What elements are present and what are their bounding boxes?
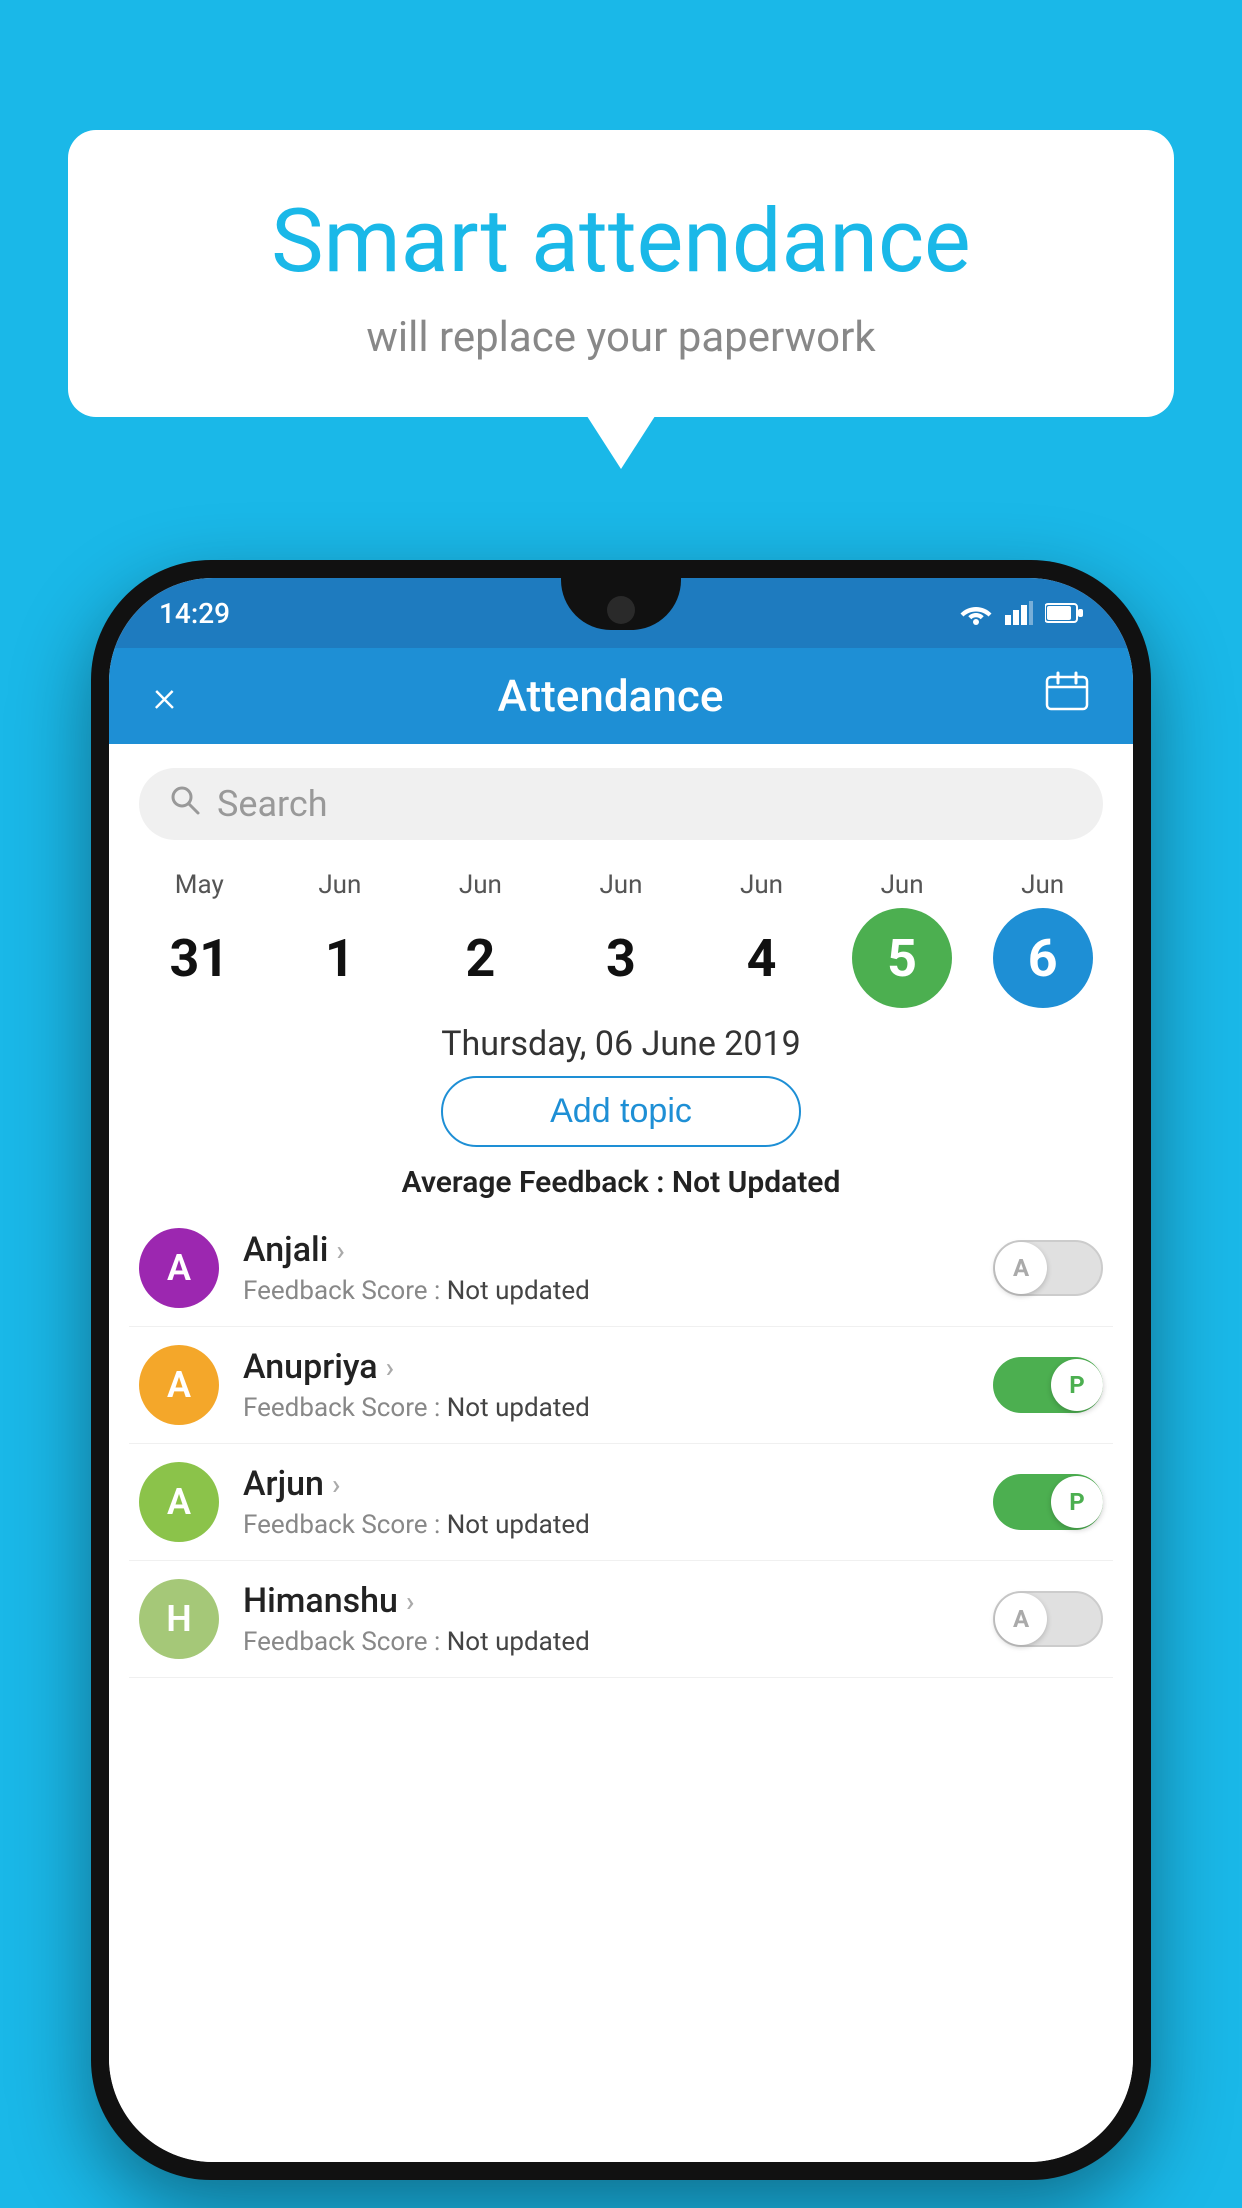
cal-month-label: Jun xyxy=(881,870,924,900)
attendance-toggle[interactable]: P xyxy=(993,1357,1103,1413)
calendar-day-0[interactable]: May 31 xyxy=(139,870,259,1008)
cal-month-label: May xyxy=(175,870,224,900)
feedback-value: Not updated xyxy=(447,1510,590,1540)
cal-day-number: 4 xyxy=(712,908,812,1008)
attendance-toggle[interactable]: P xyxy=(993,1474,1103,1530)
cal-month-label: Jun xyxy=(599,870,642,900)
calendar-day-5[interactable]: Jun 5 xyxy=(842,870,962,1008)
signal-icon xyxy=(1005,601,1033,625)
calendar-day-4[interactable]: Jun 4 xyxy=(702,870,822,1008)
cal-month-label: Jun xyxy=(1021,870,1064,900)
bubble-subtitle: will replace your paperwork xyxy=(128,313,1114,362)
phone-screen: 14:29 xyxy=(109,578,1133,2162)
student-list: AAnjali ›Feedback Score : Not updatedAAA… xyxy=(109,1210,1133,1678)
cal-day-number: 2 xyxy=(430,908,530,1008)
feedback-value: Not updated xyxy=(447,1276,590,1306)
cal-day-number: 31 xyxy=(149,908,249,1008)
battery-icon xyxy=(1045,602,1083,624)
status-time: 14:29 xyxy=(159,597,230,630)
toggle-knob: A xyxy=(995,1593,1047,1645)
student-avatar: A xyxy=(139,1345,219,1425)
cal-day-number: 1 xyxy=(290,908,390,1008)
attendance-toggle[interactable]: A xyxy=(993,1240,1103,1296)
phone-frame: 14:29 xyxy=(91,560,1151,2180)
feedback-value: Not updated xyxy=(447,1393,590,1423)
student-avatar: A xyxy=(139,1462,219,1542)
student-info: Arjun › Feedback Score : Not updated xyxy=(243,1464,969,1540)
student-name: Anjali › xyxy=(243,1230,969,1270)
student-avatar: A xyxy=(139,1228,219,1308)
avg-feedback-label: Average Feedback : xyxy=(402,1165,665,1200)
search-icon xyxy=(169,784,201,824)
student-feedback: Feedback Score : Not updated xyxy=(243,1393,969,1423)
chevron-icon: › xyxy=(332,1468,340,1501)
header-title: Attendance xyxy=(498,670,724,722)
search-bar[interactable]: Search xyxy=(139,768,1103,840)
student-item-0[interactable]: A Anjali › Feedback Score : Not updated A xyxy=(129,1210,1113,1327)
student-feedback: Feedback Score : Not updated xyxy=(243,1276,969,1306)
close-button[interactable]: × xyxy=(153,670,176,722)
calendar-day-1[interactable]: Jun 1 xyxy=(280,870,400,1008)
selected-date-label: Thursday, 06 June 2019 xyxy=(109,1024,1133,1064)
bubble-title: Smart attendance xyxy=(128,190,1114,293)
student-feedback: Feedback Score : Not updated xyxy=(243,1510,969,1540)
add-topic-button[interactable]: Add topic xyxy=(441,1076,801,1147)
student-info: Himanshu › Feedback Score : Not updated xyxy=(243,1581,969,1657)
phone-mockup: 14:29 xyxy=(91,560,1151,2180)
student-info: Anupriya › Feedback Score : Not updated xyxy=(243,1347,969,1423)
calendar-day-6[interactable]: Jun 6 xyxy=(983,870,1103,1008)
attendance-toggle[interactable]: A xyxy=(993,1591,1103,1647)
content-area: Search May 31 Jun 1 Jun 2 Jun 3 Jun 4 Jun 5 Jun 6 Thu… xyxy=(109,744,1133,2162)
chevron-icon: › xyxy=(386,1351,394,1384)
student-item-3[interactable]: H Himanshu › Feedback Score : Not updated A xyxy=(129,1561,1113,1678)
wifi-icon xyxy=(959,601,993,625)
status-icons xyxy=(959,601,1083,625)
cal-day-number: 3 xyxy=(571,908,671,1008)
cal-month-label: Jun xyxy=(740,870,783,900)
calendar-day-3[interactable]: Jun 3 xyxy=(561,870,681,1008)
calendar-row: May 31 Jun 1 Jun 2 Jun 3 Jun 4 Jun 5 Jun 6 xyxy=(109,860,1133,1008)
student-item-1[interactable]: A Anupriya › Feedback Score : Not updated P xyxy=(129,1327,1113,1444)
calendar-day-2[interactable]: Jun 2 xyxy=(420,870,540,1008)
calendar-icon[interactable] xyxy=(1045,671,1089,721)
student-info: Anjali › Feedback Score : Not updated xyxy=(243,1230,969,1306)
chevron-icon: › xyxy=(336,1234,344,1267)
student-feedback: Feedback Score : Not updated xyxy=(243,1627,969,1657)
toggle-knob: A xyxy=(995,1242,1047,1294)
avg-feedback: Average Feedback : Not Updated xyxy=(109,1165,1133,1200)
avg-feedback-value: Not Updated xyxy=(672,1165,840,1200)
speech-bubble: Smart attendance will replace your paper… xyxy=(68,130,1174,417)
student-name: Anupriya › xyxy=(243,1347,969,1387)
toggle-knob: P xyxy=(1051,1476,1103,1528)
camera xyxy=(607,596,635,624)
student-name: Himanshu › xyxy=(243,1581,969,1621)
cal-month-label: Jun xyxy=(459,870,502,900)
app-header: × Attendance xyxy=(109,648,1133,744)
cal-day-number: 5 xyxy=(852,908,952,1008)
cal-month-label: Jun xyxy=(318,870,361,900)
cal-day-number: 6 xyxy=(993,908,1093,1008)
toggle-knob: P xyxy=(1051,1359,1103,1411)
chevron-icon: › xyxy=(406,1585,414,1618)
feedback-value: Not updated xyxy=(447,1627,590,1657)
search-input[interactable]: Search xyxy=(217,783,328,825)
student-name: Arjun › xyxy=(243,1464,969,1504)
student-avatar: H xyxy=(139,1579,219,1659)
student-item-2[interactable]: A Arjun › Feedback Score : Not updated P xyxy=(129,1444,1113,1561)
speech-bubble-container: Smart attendance will replace your paper… xyxy=(68,130,1174,417)
